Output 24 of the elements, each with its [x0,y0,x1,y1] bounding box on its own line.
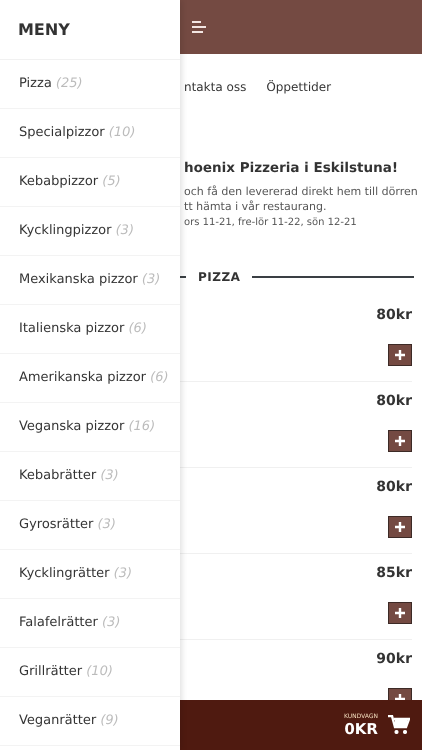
product-price: 80kr [376,479,412,495]
product-price: 80kr [376,393,412,409]
opening-hours: ors 11-21, fre-lör 11-22, sön 12-21 [184,217,358,228]
intro-text: tt hämta i vår restaurang. [184,199,328,214]
add-button[interactable] [388,430,412,452]
nav-link[interactable]: ntakta oss [184,80,246,94]
cart-total: 0KR [344,720,378,738]
add-button[interactable] [388,602,412,624]
nav-link[interactable]: Öppettider [266,80,332,94]
menu-icon[interactable] [192,20,206,34]
menu-title: MENY [18,20,70,39]
plus-icon [395,436,405,446]
product-price: 90kr [376,651,412,667]
welcome-heading: hoenix Pizzeria i Eskilstuna! [184,160,399,176]
intro-text: och få den levererad direkt hem till dörren [184,184,419,199]
product-price: 80kr [376,307,412,323]
plus-icon [395,522,405,532]
cart-icon[interactable] [388,715,410,735]
section-title: PIZZA [198,270,240,284]
plus-icon [395,350,405,360]
product-price: 85kr [376,565,412,581]
add-button[interactable] [388,344,412,366]
plus-icon [395,608,405,618]
add-button[interactable] [388,516,412,538]
